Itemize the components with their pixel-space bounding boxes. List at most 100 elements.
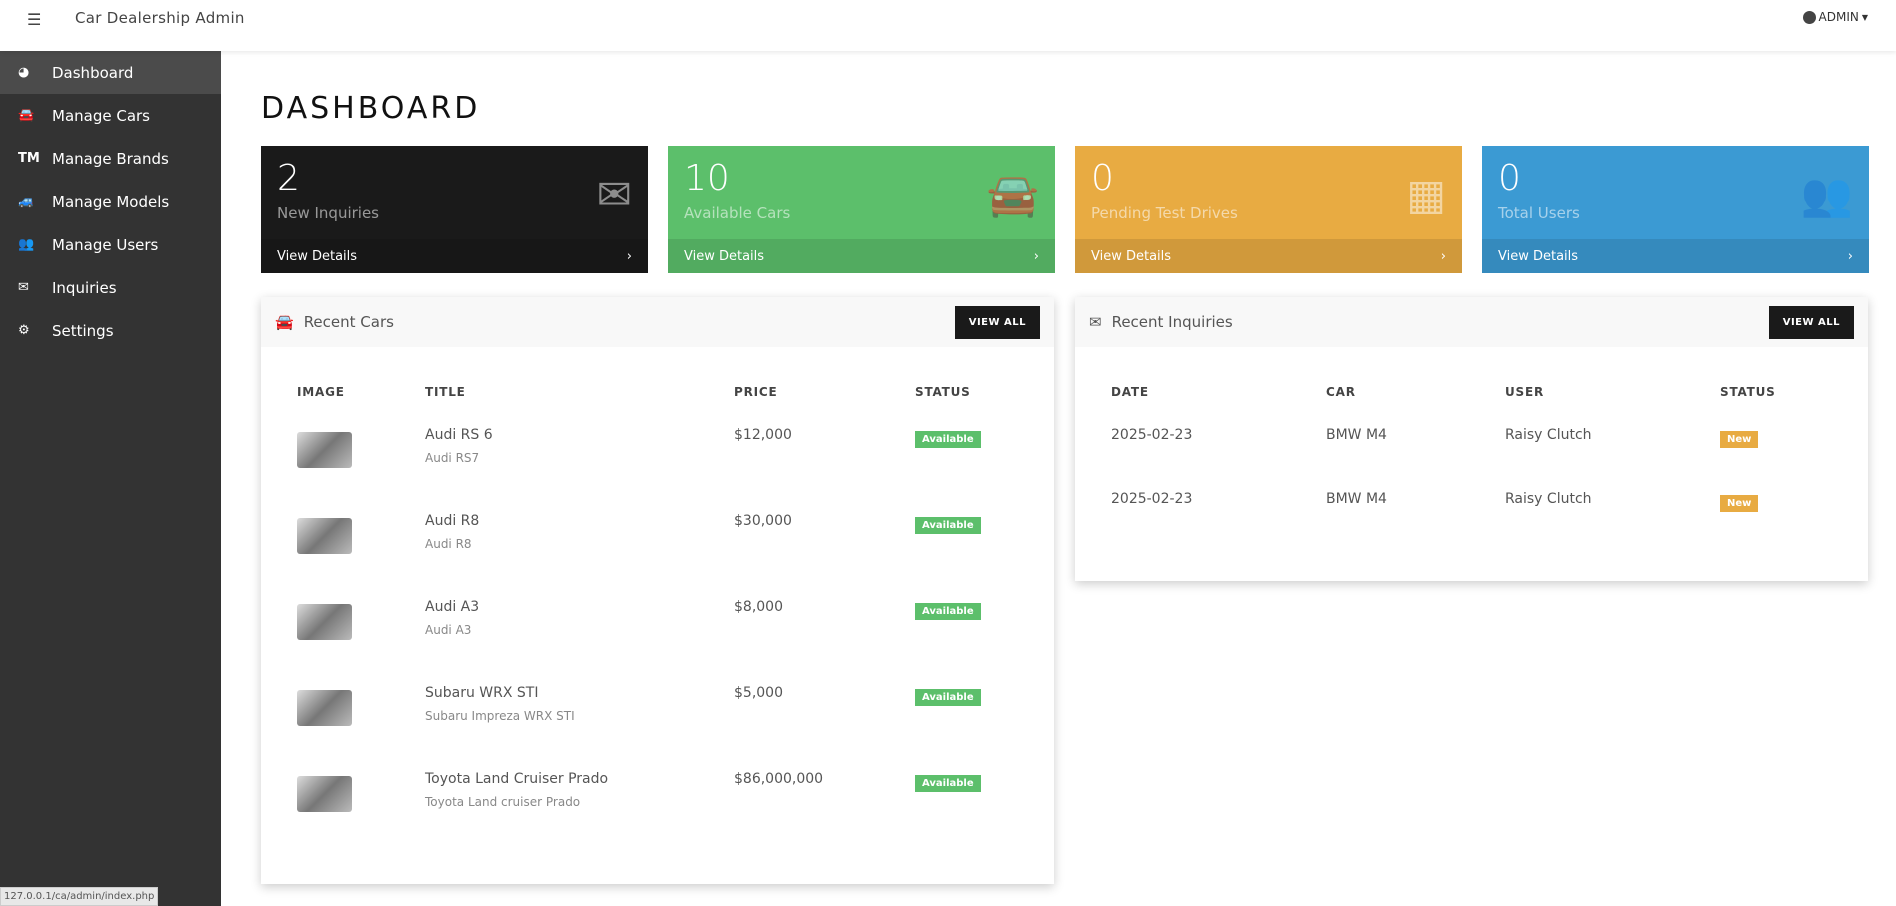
car-thumbnail <box>297 690 352 726</box>
column-header: PRICE <box>734 385 778 399</box>
car-thumbnail <box>297 604 352 640</box>
car-price: $12,000 <box>734 427 792 443</box>
envelope-icon: ✉ <box>596 170 632 219</box>
column-header: DATE <box>1111 385 1149 399</box>
car-icon: 🚘 <box>986 170 1039 219</box>
gauge-icon: ◕ <box>18 65 30 80</box>
chevron-right-icon: › <box>1847 248 1853 264</box>
stat-card: 2 New Inquiries ✉ View Details › <box>261 146 648 273</box>
panel-title: Recent Inquiries <box>1111 313 1233 331</box>
view-details-link[interactable]: View Details › <box>668 239 1055 273</box>
calendar-icon: ▦ <box>1406 170 1446 219</box>
recent-inquiries-panel: ✉ Recent Inquiries VIEW ALL DATE CAR USER… <box>1075 297 1868 581</box>
car-price: $30,000 <box>734 513 792 529</box>
panel-header: 🚘 Recent Cars VIEW ALL <box>261 297 1054 347</box>
menu-toggle-icon[interactable]: ☰ <box>27 10 41 29</box>
status-badge: New <box>1720 431 1759 448</box>
table-row[interactable]: Subaru WRX STI Subaru Impreza WRX STI $5,0… <box>297 665 1025 751</box>
user-circle-icon <box>1802 10 1816 24</box>
sidebar-item-label: Manage Cars <box>52 106 150 125</box>
inquiry-date: 2025-02-23 <box>1111 427 1193 443</box>
inquiry-user: Raisy Clutch <box>1505 427 1592 443</box>
car-title: Audi A3 <box>425 599 480 615</box>
stat-card: 0 Total Users 👥 View Details › <box>1482 146 1869 273</box>
status-badge: Available <box>915 431 981 448</box>
view-all-cars-button[interactable]: VIEW ALL <box>954 305 1040 339</box>
top-navbar: ☰ Car Dealership Admin ADMIN ▼ <box>0 0 1896 51</box>
car-title: Audi RS 6 <box>425 427 493 443</box>
view-details-label: View Details <box>1091 248 1172 264</box>
column-header: USER <box>1505 385 1545 399</box>
page-title: DASHBOARD <box>261 91 481 126</box>
car-price: $86,000,000 <box>734 771 824 787</box>
user-menu[interactable]: ADMIN ▼ <box>1802 10 1868 24</box>
sidebar-item-manage-brands[interactable]: TM Manage Brands <box>0 137 221 180</box>
chevron-right-icon: › <box>1440 248 1446 264</box>
car-icon: 🚘 <box>18 108 35 123</box>
view-details-link[interactable]: View Details › <box>1482 239 1869 273</box>
view-details-link[interactable]: View Details › <box>261 239 648 273</box>
sidebar-item-manage-models[interactable]: 🚙 Manage Models <box>0 180 221 223</box>
car-side-icon: 🚙 <box>18 194 35 209</box>
table-row[interactable]: Audi R8 Audi R8 $30,000 Available <box>297 493 1025 579</box>
stat-value: 2 <box>277 158 300 199</box>
table-row[interactable]: 2025-02-23 BMW M4 Raisy Clutch New <box>1111 407 1830 471</box>
status-badge: Available <box>915 517 981 534</box>
sidebar-item-label: Dashboard <box>52 63 134 82</box>
sidebar-item-label: Manage Users <box>52 235 159 254</box>
sidebar-item-dashboard[interactable]: ◕ Dashboard <box>0 51 221 94</box>
view-all-inquiries-button[interactable]: VIEW ALL <box>1768 305 1854 339</box>
column-header: STATUS <box>1720 385 1776 399</box>
sidebar-item-label: Settings <box>52 321 114 340</box>
sidebar-item-settings[interactable]: ⚙ Settings <box>0 309 221 352</box>
chevron-right-icon: › <box>626 248 632 264</box>
sidebar-item-manage-cars[interactable]: 🚘 Manage Cars <box>0 94 221 137</box>
status-badge: Available <box>915 603 981 620</box>
car-price: $5,000 <box>734 685 783 701</box>
car-model: Toyota Land cruiser Prado <box>425 795 581 809</box>
main-content: DASHBOARD 2 New Inquiries ✉ View Details › 10… <box>221 51 1896 906</box>
car-thumbnail <box>297 776 352 812</box>
column-header: STATUS <box>915 385 971 399</box>
sidebar-item-manage-users[interactable]: 👥 Manage Users <box>0 223 221 266</box>
stat-card: 0 Pending Test Drives ▦ View Details › <box>1075 146 1462 273</box>
envelope-icon: ✉ <box>18 280 29 295</box>
column-header: CAR <box>1326 385 1356 399</box>
column-header: IMAGE <box>297 385 345 399</box>
car-model: Audi R8 <box>425 537 472 551</box>
recent-cars-panel: 🚘 Recent Cars VIEW ALL IMAGE TITLE PRICE … <box>261 297 1054 884</box>
car-model: Audi RS7 <box>425 451 480 465</box>
car-thumbnail <box>297 432 352 468</box>
inquiry-date: 2025-02-23 <box>1111 491 1193 507</box>
view-details-label: View Details <box>277 248 358 264</box>
view-details-link[interactable]: View Details › <box>1075 239 1462 273</box>
column-header: TITLE <box>425 385 466 399</box>
status-badge: Available <box>915 775 981 792</box>
app-title[interactable]: Car Dealership Admin <box>75 9 245 27</box>
caret-down-icon: ▼ <box>1861 12 1868 22</box>
view-details-label: View Details <box>684 248 765 264</box>
inquiry-user: Raisy Clutch <box>1505 491 1592 507</box>
car-title: Subaru WRX STI <box>425 685 539 701</box>
car-icon: 🚘 <box>275 313 294 331</box>
car-model: Audi A3 <box>425 623 472 637</box>
inquiry-car: BMW M4 <box>1326 427 1387 443</box>
view-details-label: View Details <box>1498 248 1579 264</box>
users-icon: 👥 <box>18 237 35 252</box>
status-badge: Available <box>915 689 981 706</box>
car-title: Audi R8 <box>425 513 480 529</box>
sidebar-item-inquiries[interactable]: ✉ Inquiries <box>0 266 221 309</box>
table-row[interactable]: Audi A3 Audi A3 $8,000 Available <box>297 579 1025 665</box>
chevron-right-icon: › <box>1033 248 1039 264</box>
panel-title: Recent Cars <box>303 313 394 331</box>
sidebar: ◕ Dashboard 🚘 Manage Cars TM Manage Brands 🚙 Ma… <box>0 51 221 906</box>
table-row[interactable]: Toyota Land Cruiser Prado Toyota Land cru… <box>297 751 1025 837</box>
browser-status-url: 127.0.0.1/ca/admin/index.php <box>0 887 159 906</box>
table-row[interactable]: 2025-02-23 BMW M4 Raisy Clutch New <box>1111 471 1830 535</box>
table-row[interactable]: Audi RS 6 Audi RS7 $12,000 Available <box>297 407 1025 493</box>
stat-label: Pending Test Drives <box>1091 204 1238 222</box>
panel-header: ✉ Recent Inquiries VIEW ALL <box>1075 297 1868 347</box>
trademark-icon: TM <box>18 151 40 166</box>
user-name: ADMIN <box>1818 10 1859 24</box>
recent-cars-table: IMAGE TITLE PRICE STATUS Audi RS 6 Audi R… <box>297 377 1025 837</box>
